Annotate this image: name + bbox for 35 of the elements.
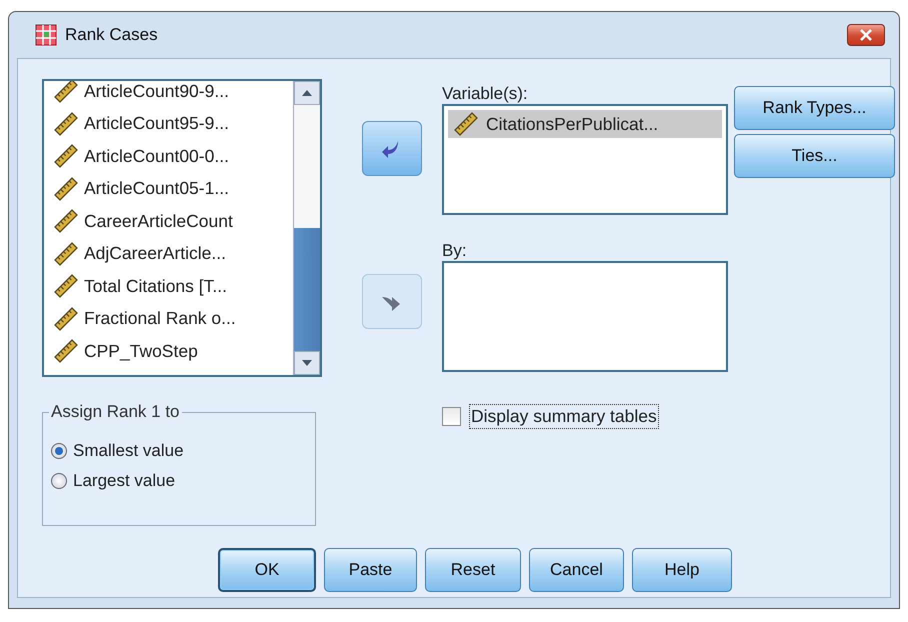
scroll-up-icon[interactable]	[302, 90, 312, 96]
variables-list[interactable]: CitationsPerPublicat...	[442, 104, 728, 215]
table-icon	[35, 24, 57, 46]
list-item[interactable]: CareerArticleCount	[84, 210, 233, 232]
dialog-button[interactable]: Cancel	[529, 548, 624, 592]
move-button[interactable]	[362, 121, 422, 176]
list-item[interactable]: ArticleCount90-9...	[84, 81, 229, 102]
field-label: Variable(s):	[442, 84, 529, 104]
list-item[interactable]: ArticleCount05-1...	[84, 178, 229, 200]
ties-button[interactable]: Ties...	[734, 134, 895, 178]
list-item[interactable]: ArticleCount00-0...	[84, 146, 229, 167]
checkbox[interactable]	[442, 406, 461, 426]
dialog-button[interactable]: Help	[632, 548, 732, 592]
list-item[interactable]: ArticleCount95-9...	[84, 113, 229, 134]
list-item[interactable]: AdjCareerArticle...	[84, 243, 226, 264]
group-title: Assign Rank 1 to	[49, 402, 182, 422]
by-list[interactable]	[442, 261, 728, 372]
scroll-down-icon[interactable]	[302, 360, 312, 366]
window-title: Rank Cases	[65, 25, 159, 45]
list-item[interactable]: Fractional Rank o...	[84, 308, 236, 330]
scrollbar[interactable]	[293, 81, 320, 375]
rank-types-button[interactable]: Rank Types...	[734, 86, 895, 130]
close-button[interactable]	[847, 24, 885, 46]
dialog-button[interactable]: OK	[218, 548, 316, 592]
list-item[interactable]: CitationsPerPublicat...	[448, 110, 722, 138]
list-item[interactable]: Total Citations [T...	[84, 276, 227, 297]
field-label: By:	[442, 241, 468, 261]
radio-option[interactable]: Smallest value	[51, 440, 184, 461]
variable-list[interactable]: ArticleCount90-9... ArticleCount95-9... ArticleCount00-0... ArticleCount05-1... CareerArticleCount AdjCareerArticle... Total Citations [T... Fractional Rank o... CPP_TwoStep	[42, 79, 322, 377]
dialog-button[interactable]: Reset	[425, 548, 521, 592]
close-icon	[859, 29, 873, 41]
dialog-button[interactable]: Paste	[324, 548, 417, 592]
checkbox-label[interactable]: Display summary tables	[469, 404, 659, 429]
list-item[interactable]: CPP_TwoStep	[84, 340, 198, 362]
radio-option[interactable]: Largest value	[51, 470, 176, 491]
